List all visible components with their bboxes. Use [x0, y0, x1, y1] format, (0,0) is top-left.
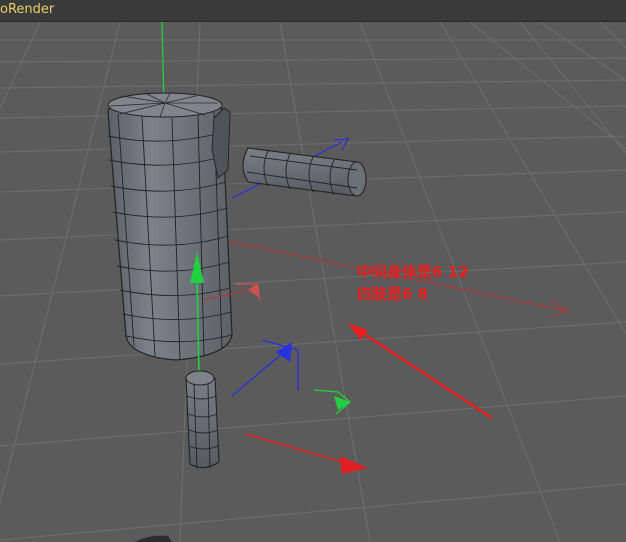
- annotation-text: 中间身体是6 12 四肢是6 8: [357, 261, 469, 305]
- viewport-titlebar: oRender: [0, 0, 626, 22]
- arm-cylinder[interactable]: [242, 147, 367, 197]
- floor-grid: [0, 22, 626, 542]
- viewport-canvas[interactable]: [0, 22, 626, 542]
- leg-cylinder[interactable]: [185, 370, 220, 470]
- annotation-arrow: [348, 323, 493, 420]
- body-cylinder[interactable]: [107, 92, 233, 361]
- partial-object: [134, 535, 172, 542]
- window-title: oRender: [0, 2, 55, 17]
- leg-axis-gizmo: [231, 339, 368, 474]
- annotation-line-2: 四肢是6 8: [357, 285, 429, 303]
- 3d-viewport[interactable]: 中间身体是6 12 四肢是6 8: [0, 22, 626, 542]
- annotation-line-1: 中间身体是6 12: [357, 263, 469, 281]
